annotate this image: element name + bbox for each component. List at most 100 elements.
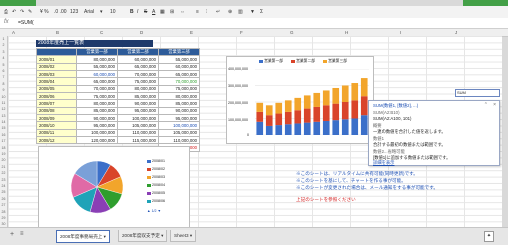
merge-icon[interactable]: ⇔ [180, 8, 185, 16]
value-cell[interactable]: 90,000,000 [117, 99, 159, 108]
text-color-icon[interactable]: A [152, 8, 155, 16]
value-cell[interactable]: 95,000,000 [76, 121, 118, 130]
value-cell[interactable]: 55,000,000 [158, 55, 200, 64]
table-header[interactable]: 営業第三部 [158, 47, 200, 57]
namebox[interactable]: SUM [455, 89, 500, 97]
month-cell[interactable]: 2008/11 [36, 128, 77, 138]
value-cell[interactable]: 85,000,000 [158, 99, 200, 108]
column-a[interactable]: A [12, 29, 15, 36]
functions-icon[interactable]: Σ [260, 8, 263, 16]
paint-format-icon[interactable]: ✎ [28, 8, 32, 16]
month-cell[interactable]: 2008/02 [36, 62, 77, 72]
value-cell[interactable]: 90,000,000 [158, 106, 200, 116]
value-cell[interactable]: 110,000,000 [158, 136, 200, 145]
value-cell[interactable]: 80,000,000 [158, 92, 200, 101]
value-cell[interactable]: 95,000,000 [158, 114, 200, 123]
value-cell[interactable]: 115,000,000 [117, 136, 159, 145]
value-cell[interactable]: 120,000,000 [76, 136, 118, 145]
column-f[interactable]: F [240, 29, 243, 36]
wrap-icon[interactable]: ↵ [216, 8, 220, 16]
column-j[interactable]: J [455, 29, 457, 36]
font-dropdown-icon[interactable]: ▾ [100, 8, 103, 16]
tab-sheet-3[interactable]: Sheet3 ▾ [170, 230, 197, 242]
currency-icon[interactable]: ¥ % [40, 8, 49, 16]
value-cell[interactable]: 85,000,000 [76, 106, 118, 116]
month-cell[interactable]: 2008/08 [36, 106, 77, 116]
month-cell[interactable]: 2008/05 [36, 84, 77, 94]
value-cell[interactable]: 90,000,000 [76, 114, 118, 123]
value-cell[interactable]: 105,000,000 [117, 121, 159, 130]
month-cell[interactable]: 2008/03 [36, 70, 77, 79]
align-left-icon[interactable]: ≡ [196, 8, 199, 16]
value-cell[interactable]: 80,000,000 [76, 55, 118, 64]
value-cell[interactable]: 80,000,000 [117, 84, 159, 94]
table-header[interactable]: 営業第二部 [117, 47, 159, 57]
font-size-select[interactable]: 10 [110, 8, 116, 16]
table-header[interactable]: 営業第一部 [76, 47, 118, 57]
borders-icon[interactable]: ⊞ [170, 8, 174, 16]
value-cell[interactable]: 65,000,000 [76, 77, 118, 86]
tab-sheet-1[interactable]: 2008年度事務局売上 ▾ [56, 230, 110, 243]
sheet-list-icon[interactable]: ≡ [20, 231, 24, 237]
value-cell[interactable]: 110,000,000 [117, 128, 159, 138]
value-cell[interactable]: 60,000,000 [76, 70, 118, 79]
value-cell[interactable]: 70,000,000 [158, 77, 200, 86]
link-icon[interactable]: ⊕ [228, 8, 232, 16]
bar-chart[interactable]: 営業第一部 営業第二部 営業第三部 400,000,000 300,000,00… [226, 56, 374, 144]
month-cell[interactable]: 2008/04 [36, 77, 77, 86]
value-cell[interactable]: 65,000,000 [158, 70, 200, 79]
bold-icon[interactable]: B [130, 8, 134, 16]
column-d[interactable]: D [140, 29, 143, 36]
column-b[interactable]: B [56, 29, 59, 36]
fill-color-icon[interactable]: ▦ [160, 8, 165, 16]
valign-icon[interactable]: ⫶ [206, 8, 207, 16]
column-i[interactable]: I [400, 29, 401, 36]
value-cell[interactable]: 100,000,000 [76, 128, 118, 138]
value-cell[interactable]: 75,000,000 [117, 77, 159, 86]
italic-icon[interactable]: I [137, 8, 138, 16]
value-cell[interactable]: 55,000,000 [76, 62, 118, 72]
pie-chart[interactable]: 2008/01 2008/02 2008/03 2008/04 2008/05 … [38, 146, 190, 228]
value-cell[interactable]: 65,000,000 [117, 62, 159, 72]
close-icon[interactable]: × [493, 102, 496, 108]
zoom-value[interactable]: 123 [70, 8, 78, 16]
filter-icon[interactable]: ▼ [250, 8, 255, 16]
value-cell[interactable]: 80,000,000 [76, 99, 118, 108]
value-cell[interactable]: 100,000,000 [117, 114, 159, 123]
popup-more-link[interactable]: 詳細を表示 [373, 160, 394, 166]
value-cell[interactable]: 95,000,000 [117, 106, 159, 116]
pie-legend-pager[interactable]: ▲ 1/2 ▼ [147, 209, 161, 213]
strike-icon[interactable]: S [144, 8, 147, 16]
insert-chart-icon[interactable]: ▥ [238, 8, 243, 16]
decimal-icon[interactable]: .0 .00 [54, 8, 67, 16]
value-cell[interactable]: 85,000,000 [117, 92, 159, 101]
value-cell[interactable]: 70,000,000 [76, 84, 118, 94]
font-select[interactable]: Arial [84, 8, 94, 16]
print-icon[interactable]: ⎙ [4, 8, 8, 16]
month-cell[interactable]: 2008/01 [36, 55, 77, 64]
value-cell[interactable]: 105,000,000 [158, 128, 200, 138]
month-cell[interactable]: 2008/06 [36, 92, 77, 101]
value-cell[interactable]: 75,000,000 [76, 92, 118, 101]
value-cell[interactable]: 60,000,000 [117, 55, 159, 64]
table-header[interactable] [36, 47, 77, 57]
month-cell[interactable]: 2008/07 [36, 99, 77, 108]
month-cell[interactable]: 2008/12 [36, 136, 77, 145]
value-cell[interactable]: 70,000,000 [117, 70, 159, 79]
add-sheet-icon[interactable]: + [10, 231, 14, 238]
sheet-title[interactable]: 2008年度売上一覧表 [36, 40, 153, 47]
collapse-icon[interactable]: ⌃ [484, 102, 488, 108]
tab-sheet-2[interactable]: 2008年度収支予定 ▾ [118, 230, 168, 242]
value-cell[interactable]: 75,000,000 [158, 84, 200, 94]
explore-icon[interactable]: ✦ [484, 231, 494, 242]
value-cell[interactable]: 100,000,000 [158, 121, 200, 130]
value-cell[interactable]: 60,000,000 [158, 62, 200, 72]
column-g[interactable]: G [290, 29, 294, 36]
month-cell[interactable]: 2008/10 [36, 121, 77, 130]
undo-icon[interactable]: ↶ [12, 8, 16, 16]
redo-icon[interactable]: ↷ [20, 8, 24, 16]
column-h[interactable]: H [345, 29, 348, 36]
column-c[interactable]: C [100, 29, 103, 36]
column-e[interactable]: E [190, 29, 193, 36]
formula-input[interactable]: =SUM( [18, 20, 34, 26]
